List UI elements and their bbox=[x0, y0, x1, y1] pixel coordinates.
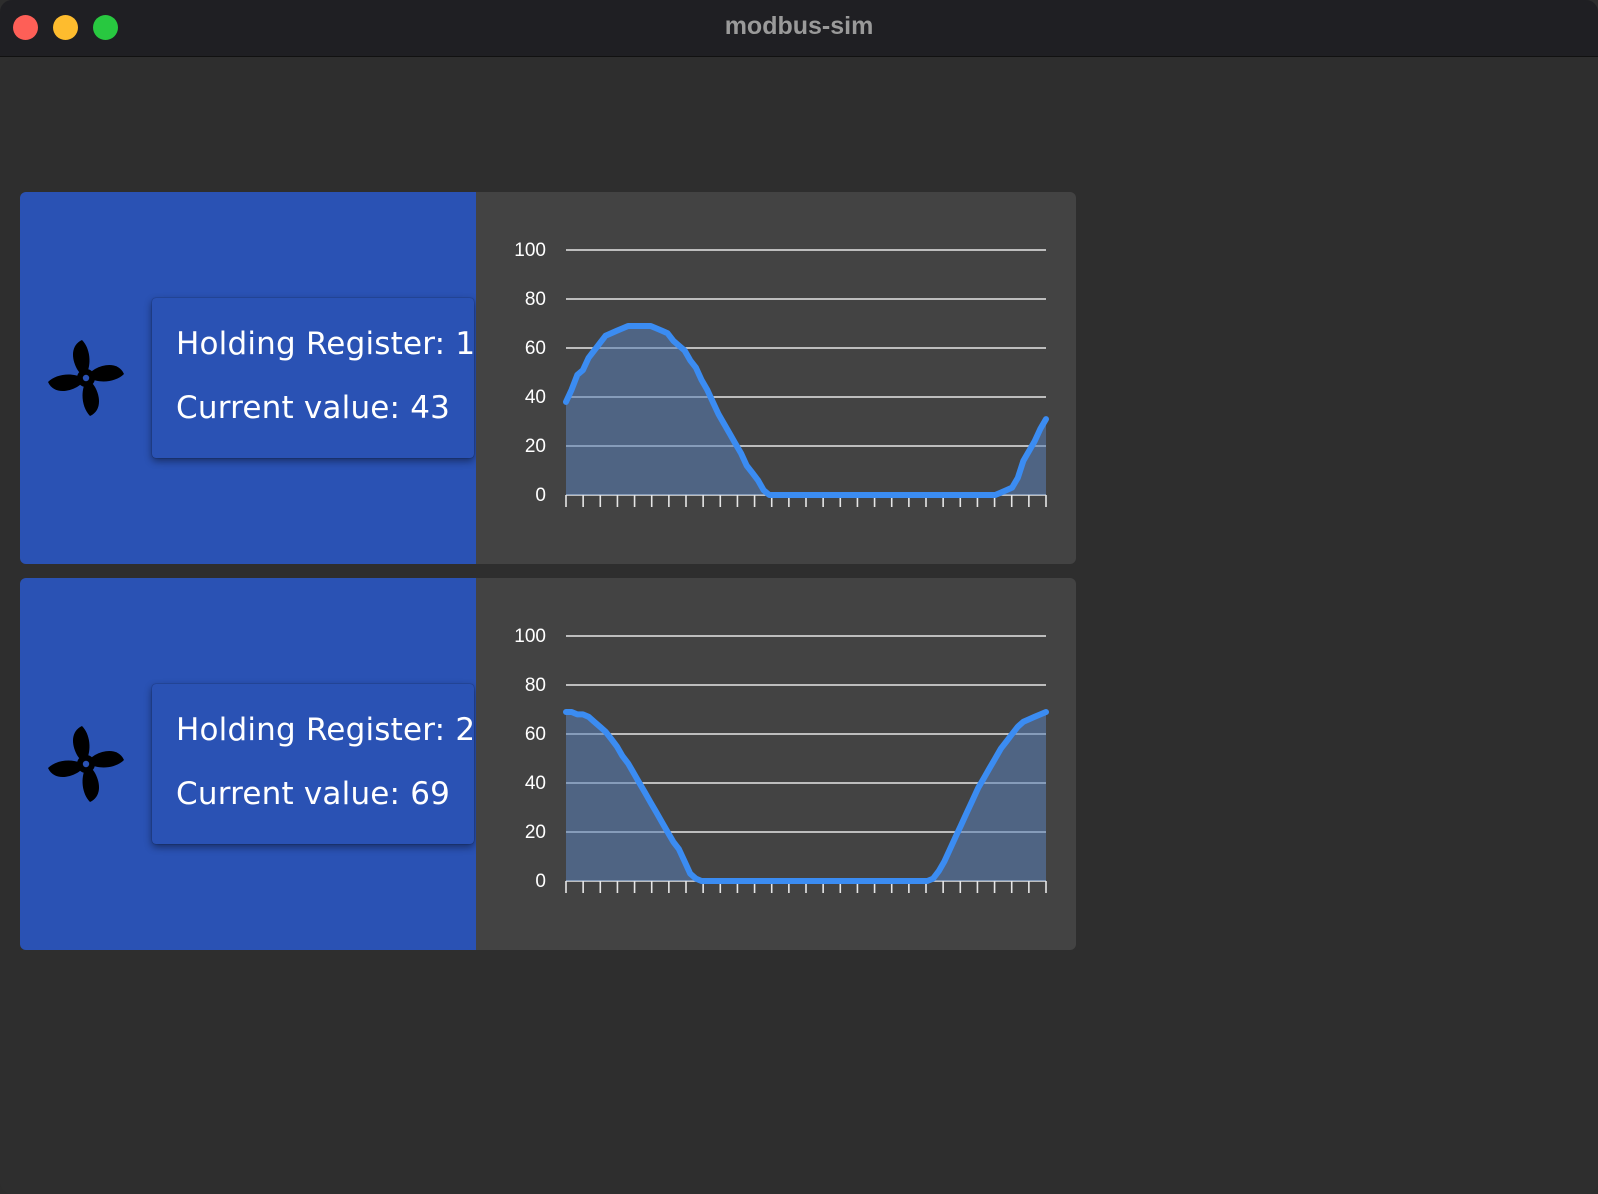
y-tick-label: 0 bbox=[535, 485, 546, 506]
register-card: Holding Register: 1 Current value: 43 0 2… bbox=[20, 192, 1076, 564]
y-tick-label: 60 bbox=[525, 724, 546, 745]
current-value-label: Current value: 69 bbox=[176, 776, 451, 812]
y-tick-label: 100 bbox=[514, 240, 546, 261]
register-info-panel: Holding Register: 1 Current value: 43 bbox=[20, 192, 476, 564]
register-label: Holding Register: 2 bbox=[176, 712, 476, 748]
register-info-box: Holding Register: 2 Current value: 69 bbox=[152, 684, 476, 844]
y-tick-label: 80 bbox=[525, 675, 546, 696]
window-title: modbus-sim bbox=[724, 12, 874, 40]
register-chart: 0 20 40 60 80 100 bbox=[514, 626, 1049, 893]
register-chart: 0 20 40 60 80 100 bbox=[514, 240, 1049, 507]
y-tick-label: 40 bbox=[525, 773, 546, 794]
y-tick-label: 100 bbox=[514, 626, 546, 647]
register-chart-panel: 0 20 40 60 80 100 bbox=[476, 578, 1076, 950]
register-label: Holding Register: 1 bbox=[176, 326, 476, 362]
current-value-label: Current value: 43 bbox=[176, 390, 451, 426]
register-chart-panel: 0 20 40 60 80 100 bbox=[476, 192, 1076, 564]
y-tick-label: 60 bbox=[525, 338, 546, 359]
y-tick-label: 80 bbox=[525, 289, 546, 310]
register-info-box: Holding Register: 1 Current value: 43 bbox=[152, 298, 476, 458]
y-tick-label: 0 bbox=[535, 871, 546, 892]
register-card: Holding Register: 2 Current value: 69 0 2… bbox=[20, 578, 1076, 950]
series-area bbox=[566, 326, 1046, 495]
register-info-panel: Holding Register: 2 Current value: 69 bbox=[20, 578, 476, 950]
title-bar[interactable]: modbus-sim bbox=[0, 0, 1598, 57]
y-tick-label: 20 bbox=[525, 436, 546, 457]
app-window: modbus-sim Holding Register: 1 Current v… bbox=[0, 0, 1598, 1194]
y-tick-label: 20 bbox=[525, 822, 546, 843]
y-tick-label: 40 bbox=[525, 387, 546, 408]
fan-icon bbox=[48, 340, 124, 416]
fan-icon bbox=[48, 726, 124, 802]
